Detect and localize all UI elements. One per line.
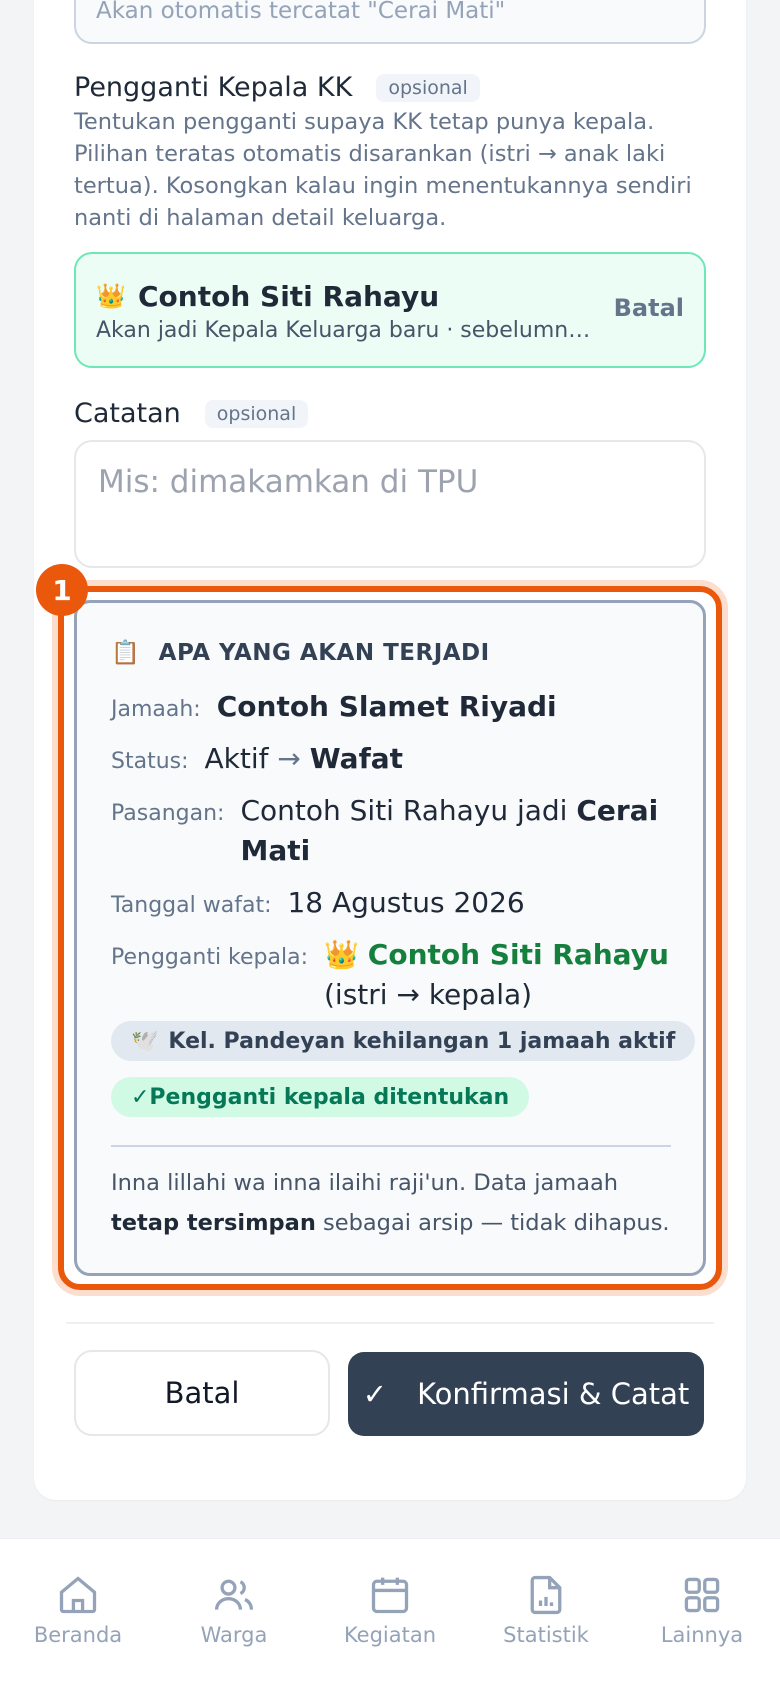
successor-cancel-button[interactable]: Batal (614, 294, 684, 322)
pasangan-value: Contoh Siti Rahayu jadi Cerai Mati (240, 794, 659, 867)
family-loss-pill: 🕊️ Kel. Pandeyan kehilangan 1 jamaah akt… (111, 1021, 696, 1061)
optional-tag: opsional (376, 73, 480, 102)
jamaah-value: Contoh Slamet Riyadi (216, 690, 557, 723)
summary-row-jamaah: Jamaah: Contoh Slamet Riyadi (111, 687, 557, 727)
nav-item-kegiatan[interactable]: Kegiatan (320, 1573, 460, 1647)
jamaah-label: Jamaah: (111, 697, 201, 722)
successor-name: Contoh Siti Rahayu (138, 280, 440, 313)
successor-help-text: Tentukan pengganti supaya KK tetap punya… (74, 109, 692, 231)
successor-label-row: Pengganti Kepala KK opsional (74, 72, 480, 103)
summary-row-tanggal: Tanggal wafat: 18 Agustus 2026 (111, 883, 525, 923)
status-field[interactable]: Akan otomatis tercatat "Cerai Mati" (74, 0, 706, 44)
status-label: Status: (111, 749, 189, 774)
home-icon (59, 1576, 97, 1614)
check-icon: ✓ (362, 1377, 388, 1411)
summary-row-pengganti: Pengganti kepala: 👑 Contoh Siti Rahayu (… (111, 935, 681, 1015)
pengganti-value: 👑 Contoh Siti Rahayu (istri → kepala) (324, 938, 669, 1011)
family-loss-text: Kel. Pandeyan kehilangan 1 jamaah aktif (168, 1028, 676, 1054)
pengganti-label: Pengganti kepala: (111, 945, 308, 970)
nav-item-beranda[interactable]: Beranda (8, 1573, 148, 1647)
status-field-placeholder: Akan otomatis tercatat "Cerai Mati" (96, 0, 506, 24)
summary-panel: 📋 APA YANG AKAN TERJADI Jamaah: Contoh S… (74, 600, 706, 1276)
successor-set-pill: ✓Pengganti kepala ditentukan (111, 1077, 530, 1117)
tanggal-value: 18 Agustus 2026 (287, 886, 525, 919)
notes-label-row: Catatan opsional (74, 398, 309, 429)
notes-placeholder: Mis: dimakamkan di TPU (98, 464, 479, 500)
notes-textarea[interactable]: Mis: dimakamkan di TPU (74, 440, 706, 568)
nav-label: Beranda (33, 1623, 123, 1647)
cancel-button[interactable]: Batal (74, 1350, 330, 1436)
nav-label: Statistik (503, 1623, 589, 1647)
nav-label: Lainnya (660, 1623, 744, 1647)
tanggal-label: Tanggal wafat: (111, 893, 272, 918)
users-icon (214, 1579, 254, 1610)
nav-label: Kegiatan (343, 1623, 437, 1647)
pasangan-label: Pasangan: (111, 801, 225, 826)
nav-item-warga[interactable]: Warga (164, 1573, 304, 1647)
summary-title: 📋 APA YANG AKAN TERJADI (111, 639, 490, 666)
step-badge: 1 (36, 564, 88, 616)
nav-item-lainnya[interactable]: Lainnya (632, 1573, 772, 1647)
optional-tag: opsional (204, 399, 309, 428)
confirm-label: Konfirmasi & Catat (417, 1377, 690, 1411)
chart-icon (530, 1575, 562, 1615)
status-value: Aktif → Wafat (204, 742, 404, 775)
selected-successor-card[interactable]: 👑 Contoh Siti Rahayu Akan jadi Kepala Ke… (74, 252, 706, 368)
clipboard-icon: 📋 (111, 640, 141, 666)
nav-label: Warga (200, 1623, 268, 1647)
bottom-nav: Beranda Warga Kegiatan Statistik Lainnya (0, 1538, 780, 1688)
actions-divider (66, 1322, 714, 1324)
calendar-icon (371, 1577, 409, 1614)
summary-row-status: Status: Aktif → Wafat (111, 739, 403, 779)
summary-title-text: APA YANG AKAN TERJADI (158, 640, 490, 666)
confirm-button[interactable]: ✓ Konfirmasi & Catat (348, 1352, 704, 1436)
nav-item-statistik[interactable]: Statistik (476, 1573, 616, 1647)
dove-icon: 🕊️ (131, 1028, 159, 1054)
successor-label: Pengganti Kepala KK (74, 72, 353, 103)
grid-icon (684, 1577, 720, 1613)
notes-label: Catatan (74, 398, 181, 429)
summary-row-pasangan: Pasangan: Contoh Siti Rahayu jadi Cerai … (111, 791, 671, 871)
crown-icon: 👑 (96, 282, 126, 310)
summary-footer: Inna lillahi wa inna ilaihi raji'un. Dat… (111, 1170, 670, 1236)
successor-description: Akan jadi Kepala Keluarga baru · sebelum… (96, 318, 596, 343)
crown-icon: 👑 (324, 938, 359, 971)
summary-divider (111, 1145, 671, 1147)
